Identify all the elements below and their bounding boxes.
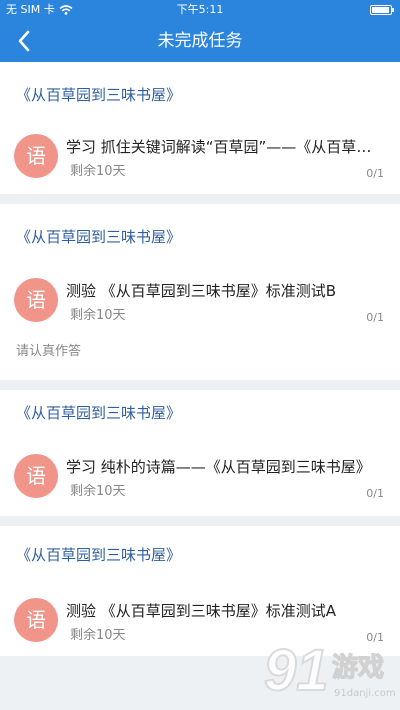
back-button[interactable] [6,20,42,62]
task-card: 《从百草园到三味书屋》 语 学习 抓住关键词解读“百草园”——《从百草园到三味书… [0,62,400,194]
chevron-left-icon [18,30,30,52]
task-note: 请认真作答 [16,344,82,359]
task-title: 测验 《从百草园到三味书屋》标准测试B [66,282,337,300]
svg-text:91danji.com: 91danji.com [334,688,396,699]
svg-text:91: 91 [264,638,329,703]
card-title: 《从百草园到三味书屋》 [16,404,182,422]
task-card: 《从百草园到三味书屋》 语 学习 纯朴的诗篇——《从百草园到三味书屋》 剩余10… [0,390,400,516]
task-card: 《从百草园到三味书屋》 语 测验 《从百草园到三味书屋》标准测试B 剩余10天 … [0,204,400,380]
card-title: 《从百草园到三味书屋》 [16,228,182,246]
page-title: 未完成任务 [157,31,243,51]
progress-count: 0/1 [366,167,384,180]
watermark-logo-icon: 91 游戏 91danji.com [263,637,396,704]
status-time: 下午5:11 [176,3,224,16]
task-row[interactable]: 语 学习 纯朴的诗篇——《从百草园到三味书屋》 剩余10天 0/1 [0,454,400,514]
task-title: 学习 纯朴的诗篇——《从百草园到三味书屋》 [66,458,371,476]
svg-text:游戏: 游戏 [332,653,384,683]
remaining-days: 剩余10天 [70,308,126,323]
battery-icon [370,5,394,15]
chinese-subject-icon: 语 [14,278,58,322]
remaining-days: 剩余10天 [70,164,126,179]
app-header: 无 SIM 卡 下午5:11 未完成任务 [0,0,400,62]
progress-count: 0/1 [366,311,384,324]
status-bar: 无 SIM 卡 下午5:11 [0,0,400,20]
progress-count: 0/1 [366,487,384,500]
task-title: 学习 抓住关键词解读“百草园”——《从百草园到三味书屋》 [66,138,384,156]
task-row[interactable]: 语 测验 《从百草园到三味书屋》标准测试B 剩余10天 0/1 [0,278,400,338]
chinese-subject-icon: 语 [14,454,58,498]
card-title: 《从百草园到三味书屋》 [16,546,182,564]
task-title: 测验 《从百草园到三味书屋》标准测试A [66,602,337,620]
chinese-subject-icon: 语 [14,134,58,178]
task-row[interactable]: 语 学习 抓住关键词解读“百草园”——《从百草园到三味书屋》 剩余10天 0/1 [0,134,400,194]
chinese-subject-icon: 语 [14,598,58,642]
remaining-days: 剩余10天 [70,484,126,499]
site-watermark-logo: 91 游戏 91danji.com [262,630,398,708]
nav-bar: 未完成任务 [0,20,400,62]
remaining-days: 剩余10天 [70,628,126,643]
card-title: 《从百草园到三味书屋》 [16,86,182,104]
